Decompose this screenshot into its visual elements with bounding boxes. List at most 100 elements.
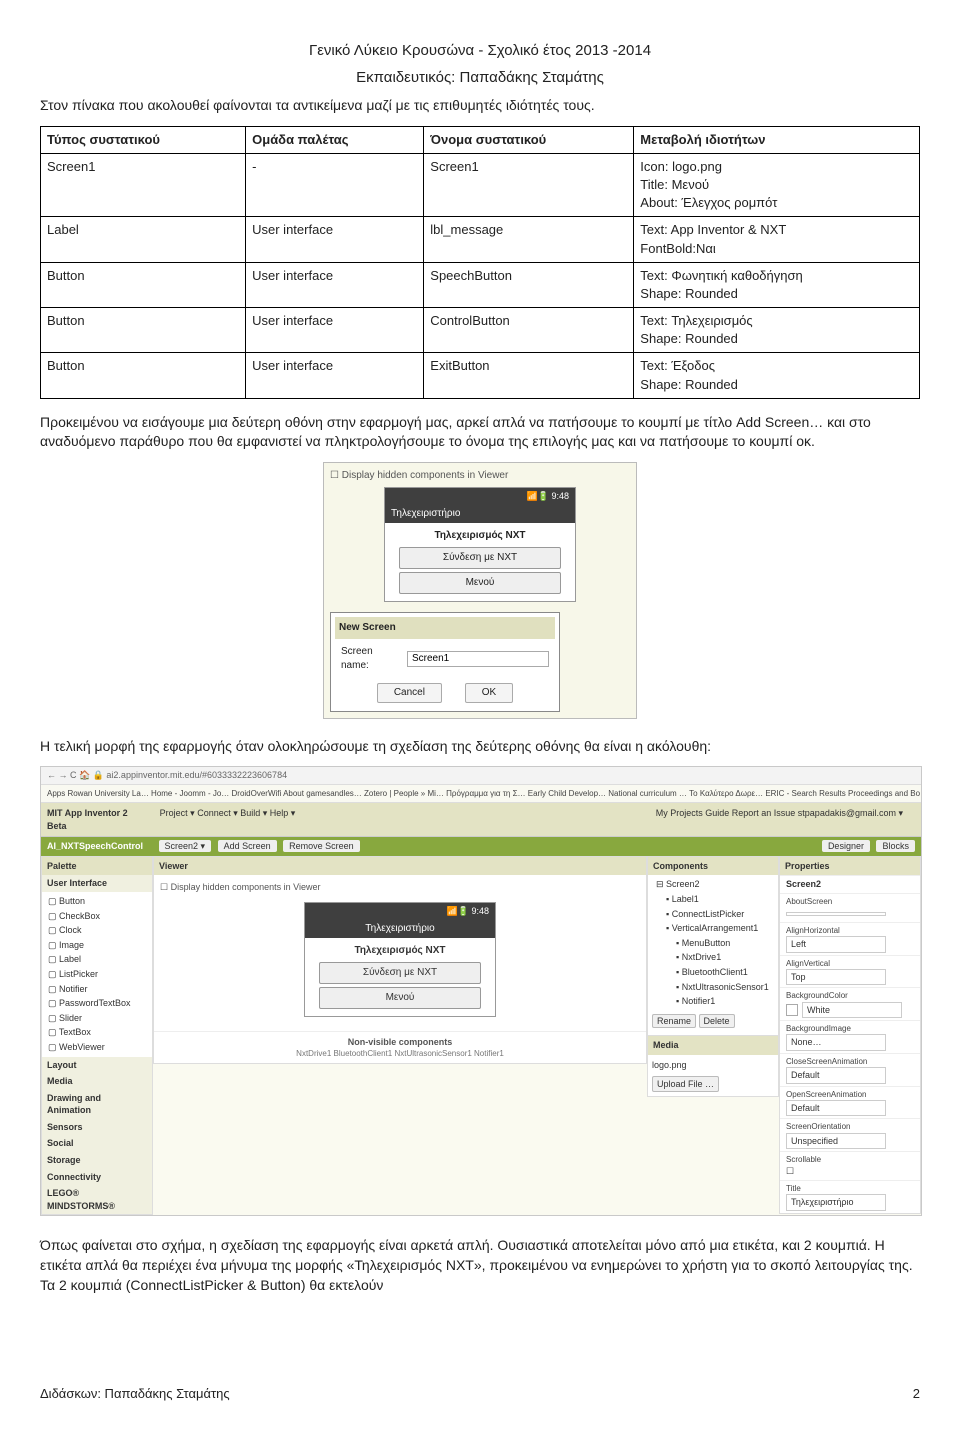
properties-subject: Screen2: [780, 875, 920, 893]
screen-title-label: Τηλεχειρισμός NXT: [389, 529, 571, 543]
property-row[interactable]: AlignHorizontalLeft: [780, 922, 920, 955]
palette-group[interactable]: Media: [42, 1073, 152, 1090]
component-tree-item[interactable]: ▪ ConnectListPicker: [656, 907, 778, 922]
palette-item[interactable]: ▢ PasswordTextBox: [42, 996, 152, 1011]
appinv-project-bar: AI_NXTSpeechControl Designer Blocks Scre…: [41, 837, 921, 856]
rename-button[interactable]: Rename: [652, 1014, 696, 1028]
property-row[interactable]: AboutScreen: [780, 893, 920, 922]
palette-group[interactable]: Drawing and Animation: [42, 1090, 152, 1119]
palette-item[interactable]: ▢ Button: [42, 894, 152, 909]
footer-right: 2: [913, 1385, 920, 1403]
media-file[interactable]: logo.png: [652, 1059, 774, 1072]
palette-item[interactable]: ▢ Clock: [42, 923, 152, 938]
table-cell: -: [246, 153, 424, 217]
property-row[interactable]: AlignVerticalTop: [780, 955, 920, 988]
palette-group[interactable]: Sensors: [42, 1119, 152, 1136]
menu-button[interactable]: Μενού: [399, 572, 561, 594]
viewer-phone-status: 📶🔋 9:48: [305, 903, 495, 920]
th-props: Μεταβολή ιδιοτήτων: [634, 126, 920, 153]
remove-screen-button[interactable]: Remove Screen: [283, 840, 360, 852]
viewer-head: Viewer: [154, 857, 646, 876]
property-row[interactable]: TitleΤηλεχειριστήριο: [780, 1180, 920, 1213]
table-cell: Button: [41, 308, 246, 353]
palette-item[interactable]: ▢ CheckBox: [42, 909, 152, 924]
property-row[interactable]: OpenScreenAnimationDefault: [780, 1086, 920, 1119]
property-row[interactable]: CloseScreenAnimationDefault: [780, 1053, 920, 1086]
property-row[interactable]: BackgroundImageNone…: [780, 1020, 920, 1053]
table-cell: Icon: logo.png Title: Μενού About: Έλεγχ…: [634, 153, 920, 217]
component-tree-item[interactable]: ▪ BluetoothClient1: [656, 965, 778, 980]
component-tree-item[interactable]: ⊟ Screen2: [656, 877, 778, 892]
table-cell: Button: [41, 262, 246, 307]
appinv-top-menu[interactable]: Project ▾ Connect ▾ Build ▾ Help ▾: [160, 807, 296, 832]
dialog-cancel-button[interactable]: Cancel: [377, 683, 442, 703]
dialog-label: Screen name:: [341, 645, 401, 673]
viewer-screen-label: Τηλεχειρισμός NXT: [309, 944, 491, 958]
palette-item[interactable]: ▢ Image: [42, 938, 152, 953]
palette-group[interactable]: Social: [42, 1135, 152, 1152]
table-cell: User interface: [246, 217, 424, 262]
viewer-connect-button[interactable]: Σύνδεση με NXT: [319, 962, 481, 984]
blocks-button[interactable]: Blocks: [876, 840, 915, 852]
checkbox-display-hidden[interactable]: ☐ Display hidden components in Viewer: [330, 469, 630, 483]
paragraph-final-form: Η τελική μορφή της εφαρμογής όταν ολοκλη…: [40, 737, 920, 757]
paragraph-closing: Όπως φαίνεται στο σχήμα, η σχεδίαση της …: [40, 1236, 920, 1295]
bookmarks-bar[interactable]: Apps Rowan University La… Home - Joomm -…: [41, 785, 921, 803]
table-cell: Screen1: [41, 153, 246, 217]
property-row[interactable]: ScreenOrientationUnspecified: [780, 1118, 920, 1151]
palette-group[interactable]: Layout: [42, 1057, 152, 1074]
components-panel: Components ⊟ Screen2▪ Label1▪ ConnectLis…: [647, 856, 779, 1097]
components-head: Components: [648, 857, 778, 876]
palette-item[interactable]: ▢ TextBox: [42, 1025, 152, 1040]
table-cell: Text: Φωνητική καθοδήγηση Shape: Rounded: [634, 262, 920, 307]
intro-paragraph: Στον πίνακα που ακολουθεί φαίνονται τα α…: [40, 96, 920, 116]
new-screen-dialog: New Screen Screen name: Cancel OK: [330, 612, 560, 712]
delete-button[interactable]: Delete: [699, 1014, 735, 1028]
component-tree-item[interactable]: ▪ NxtUltrasonicSensor1: [656, 980, 778, 995]
dialog-title: New Screen: [335, 617, 555, 639]
appinv-top-right[interactable]: My Projects Guide Report an Issue stpapa…: [656, 807, 903, 832]
nonvisible-heading: Non-visible components: [154, 1036, 646, 1049]
screen-titlebar: Τηλεχειριστήριο: [385, 505, 575, 523]
table-cell: lbl_message: [424, 217, 634, 262]
palette-item[interactable]: ▢ Label: [42, 952, 152, 967]
designer-button[interactable]: Designer: [822, 840, 870, 852]
figure-new-screen: ☐ Display hidden components in Viewer 📶🔋…: [40, 462, 920, 719]
palette-item[interactable]: ▢ Notifier: [42, 982, 152, 997]
add-screen-button[interactable]: Add Screen: [218, 840, 277, 852]
table-cell: User interface: [246, 353, 424, 398]
upload-file-button[interactable]: Upload File …: [652, 1076, 719, 1093]
property-row[interactable]: BackgroundColorWhite: [780, 987, 920, 1020]
table-cell: Screen1: [424, 153, 634, 217]
table-cell: ControlButton: [424, 308, 634, 353]
component-tree-item[interactable]: ▪ Label1: [656, 892, 778, 907]
component-tree-item[interactable]: ▪ Notifier1: [656, 994, 778, 1009]
palette-item[interactable]: ▢ WebViewer: [42, 1040, 152, 1055]
viewer-chk-label[interactable]: Display hidden components in Viewer: [171, 882, 321, 892]
properties-panel: Properties Screen2 AboutScreenAlignHoriz…: [779, 856, 921, 1214]
component-tree-item[interactable]: ▪ MenuButton: [656, 936, 778, 951]
th-type: Τύπος συστατικού: [41, 126, 246, 153]
property-row[interactable]: Scrollable☐: [780, 1151, 920, 1180]
palette-item[interactable]: ▢ Slider: [42, 1011, 152, 1026]
dialog-ok-button[interactable]: OK: [465, 683, 513, 703]
palette-group[interactable]: Connectivity: [42, 1169, 152, 1186]
table-cell: User interface: [246, 308, 424, 353]
appinv-topbar: MIT App Inventor 2 Beta Project ▾ Connec…: [41, 803, 921, 837]
component-tree-item[interactable]: ▪ NxtDrive1: [656, 950, 778, 965]
url-bar[interactable]: ← → C 🏠 🔒 ai2.appinventor.mit.edu/#60333…: [41, 767, 921, 785]
table-cell: User interface: [246, 262, 424, 307]
screen-name-input[interactable]: [407, 651, 549, 667]
viewer-menu-button[interactable]: Μενού: [319, 987, 481, 1009]
component-tree-item[interactable]: ▪ VerticalArrangement1: [656, 921, 778, 936]
component-table: Τύπος συστατικού Ομάδα παλέτας Όνομα συσ…: [40, 126, 920, 399]
screen-dropdown[interactable]: Screen2 ▾: [159, 840, 212, 852]
palette-group[interactable]: Storage: [42, 1152, 152, 1169]
palette-item[interactable]: ▢ ListPicker: [42, 967, 152, 982]
connect-button[interactable]: Σύνδεση με NXT: [399, 547, 561, 569]
palette-group[interactable]: LEGO® MINDSTORMS®: [42, 1185, 152, 1214]
app-inventor-screenshot: ← → C 🏠 🔒 ai2.appinventor.mit.edu/#60333…: [40, 766, 922, 1216]
palette-category[interactable]: User Interface: [42, 875, 152, 892]
table-cell: Text: Τηλεχειρισμός Shape: Rounded: [634, 308, 920, 353]
table-cell: ExitButton: [424, 353, 634, 398]
